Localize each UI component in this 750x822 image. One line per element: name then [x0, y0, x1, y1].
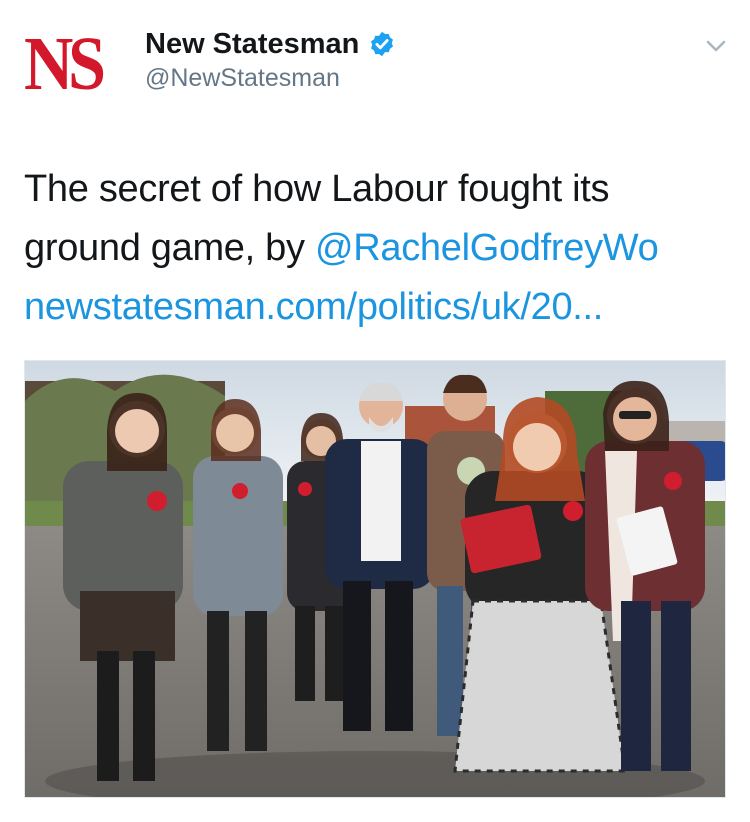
display-name-row: New Statesman	[145, 26, 396, 62]
tweet-text: The secret of how Labour fought its grou…	[24, 160, 724, 337]
verified-badge-icon	[368, 30, 396, 58]
article-link[interactable]: newstatesman.com/politics/uk/20...	[24, 278, 724, 337]
account-handle[interactable]: @NewStatesman	[145, 64, 396, 93]
tweet-text-line2-prefix: ground game, by	[24, 227, 315, 269]
tweet-text-line1: The secret of how Labour fought its	[24, 168, 610, 210]
chevron-down-icon[interactable]	[700, 34, 732, 58]
avatar-logo: NS	[24, 22, 106, 106]
account-names: New Statesman @NewStatesman	[145, 26, 396, 93]
tweet-text-line2: ground game, by @RachelGodfreyWo	[24, 219, 724, 278]
mention-link[interactable]: @RachelGodfreyWo	[315, 227, 659, 269]
tweet-header: NS New Statesman @NewStatesman	[0, 0, 750, 110]
display-name[interactable]: New Statesman	[145, 28, 359, 61]
tweet-photo[interactable]	[24, 360, 726, 798]
avatar[interactable]: NS	[24, 22, 126, 106]
photo-illustration	[25, 361, 725, 797]
